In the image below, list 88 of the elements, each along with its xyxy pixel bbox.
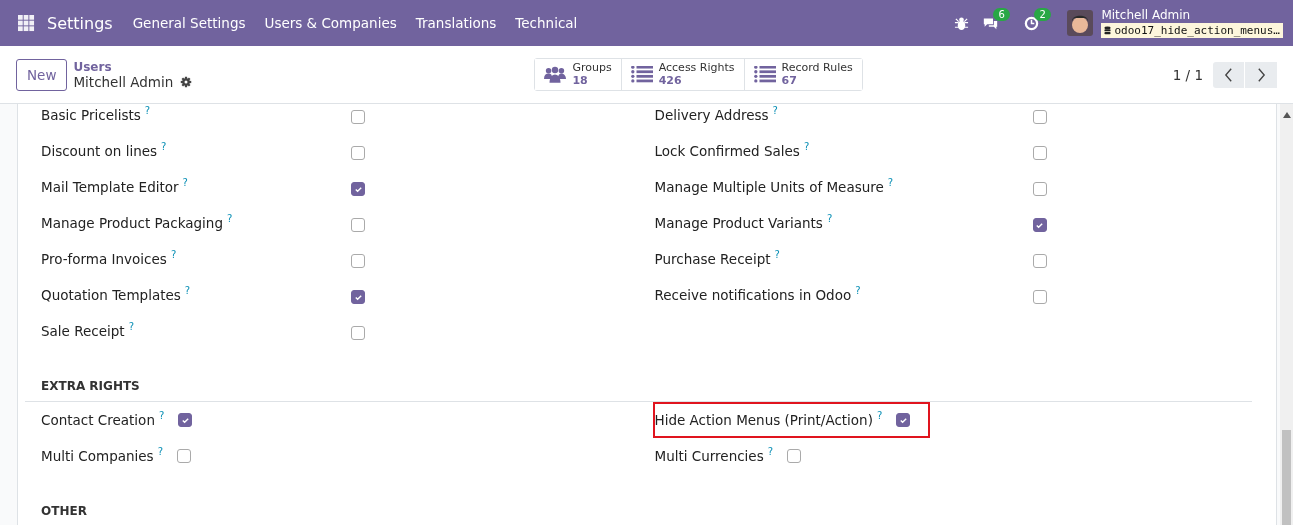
setting-label: Mail Template Editor (41, 179, 179, 195)
setting-label: Receive notifications in Odoo (654, 287, 852, 303)
help-tooltip[interactable]: ? (128, 321, 134, 332)
help-tooltip[interactable]: ? (774, 249, 780, 260)
user-name[interactable]: Mitchell Admin (1101, 8, 1283, 23)
help-tooltip[interactable]: ? (158, 410, 165, 421)
users-icon (544, 66, 567, 83)
setting-label: Sale Receipt (41, 323, 125, 339)
setting-label: Multi Currencies (654, 448, 764, 464)
checkbox[interactable] (1032, 290, 1047, 304)
check-icon (180, 415, 190, 425)
checkbox[interactable] (351, 182, 365, 196)
help-tooltip[interactable]: ? (876, 410, 883, 421)
setting-label: Delivery Address (654, 107, 769, 123)
pager-value: 1 / 1 (1172, 66, 1203, 83)
section-heading: EXTRA RIGHTS (25, 379, 1252, 402)
setting-label: Manage Product Variants (654, 215, 823, 231)
checkbox[interactable] (351, 290, 365, 304)
checkbox[interactable] (787, 449, 802, 463)
setting-label: Contact Creation (41, 412, 155, 428)
activity-count: 2 (1034, 7, 1051, 21)
checkbox[interactable] (1032, 110, 1047, 124)
checkbox[interactable] (351, 218, 365, 232)
checkbox[interactable] (351, 146, 365, 160)
setting-label: Basic Pricelists (41, 107, 141, 123)
help-tooltip[interactable]: ? (161, 141, 167, 152)
record-title: Mitchell Admin (73, 73, 174, 90)
help-tooltip[interactable]: ? (803, 141, 810, 152)
setting-label: Multi Companies (41, 448, 154, 464)
list-icon (753, 66, 776, 83)
new-button[interactable]: New (16, 58, 68, 91)
setting-label: Purchase Receipt (654, 251, 771, 267)
help-tooltip[interactable]: ? (767, 446, 774, 457)
clock-icon[interactable] (1024, 15, 1040, 31)
database-name: odoo17_hide_action_menus… (1114, 23, 1280, 37)
next-button[interactable] (1245, 61, 1277, 88)
help-tooltip[interactable]: ? (772, 105, 778, 116)
bug-icon[interactable] (954, 15, 970, 31)
settings-icon[interactable] (180, 75, 193, 88)
checkbox[interactable] (1032, 182, 1047, 196)
database-icon (1104, 25, 1112, 35)
breadcrumb-link[interactable]: Users (73, 59, 479, 74)
avatar[interactable] (1067, 10, 1094, 36)
stat-button[interactable]: Groups 18 (535, 59, 622, 90)
menu-item[interactable]: Translations (415, 15, 497, 31)
setting-label: Discount on lines (41, 143, 158, 159)
checkbox[interactable] (1032, 254, 1047, 268)
check-icon (1035, 220, 1044, 230)
help-tooltip[interactable]: ? (157, 446, 163, 457)
checkbox[interactable] (176, 449, 191, 463)
setting-label: Lock Confirmed Sales (654, 143, 800, 159)
app-title[interactable]: Settings (47, 13, 113, 33)
help-tooltip[interactable]: ? (170, 249, 177, 260)
menu-item[interactable]: General Settings (132, 15, 246, 31)
help-tooltip[interactable]: ? (144, 105, 151, 116)
checkbox[interactable] (351, 326, 365, 340)
help-tooltip[interactable]: ? (184, 285, 191, 296)
checkbox[interactable] (1032, 146, 1047, 160)
scroll-up-icon[interactable] (1282, 112, 1291, 118)
checkbox[interactable] (351, 254, 365, 268)
message-count: 6 (993, 7, 1010, 21)
section-heading: OTHER (25, 504, 1252, 525)
help-tooltip[interactable]: ? (227, 213, 233, 224)
setting-label: Manage Product Packaging (41, 215, 223, 231)
checkbox[interactable] (1032, 218, 1047, 232)
help-tooltip[interactable]: ? (887, 177, 894, 188)
chevron-right-icon (1256, 66, 1266, 83)
scrollbar-thumb[interactable] (1282, 430, 1291, 525)
menu-item[interactable]: Technical (515, 15, 578, 31)
apps-menu-icon[interactable] (18, 14, 35, 32)
setting-label: Manage Multiple Units of Measure (654, 179, 884, 195)
help-tooltip[interactable]: ? (855, 285, 861, 296)
help-tooltip[interactable]: ? (826, 213, 833, 224)
check-icon (353, 184, 363, 194)
help-tooltip[interactable]: ? (182, 177, 188, 188)
chevron-left-icon (1224, 66, 1233, 83)
setting-label: Quotation Templates (41, 287, 181, 303)
setting-label: Hide Action Menus (Print/Action) (654, 412, 873, 428)
list-icon (630, 66, 653, 83)
checkbox[interactable] (178, 413, 193, 427)
previous-button[interactable] (1213, 61, 1245, 88)
checkbox[interactable] (351, 110, 365, 124)
scrollbar[interactable] (1280, 104, 1293, 525)
check-icon (898, 415, 908, 425)
setting-label: Pro-forma Invoices (41, 251, 167, 267)
check-icon (353, 292, 363, 302)
checkbox[interactable] (896, 413, 911, 427)
menu-item[interactable]: Users & Companies (264, 15, 397, 31)
